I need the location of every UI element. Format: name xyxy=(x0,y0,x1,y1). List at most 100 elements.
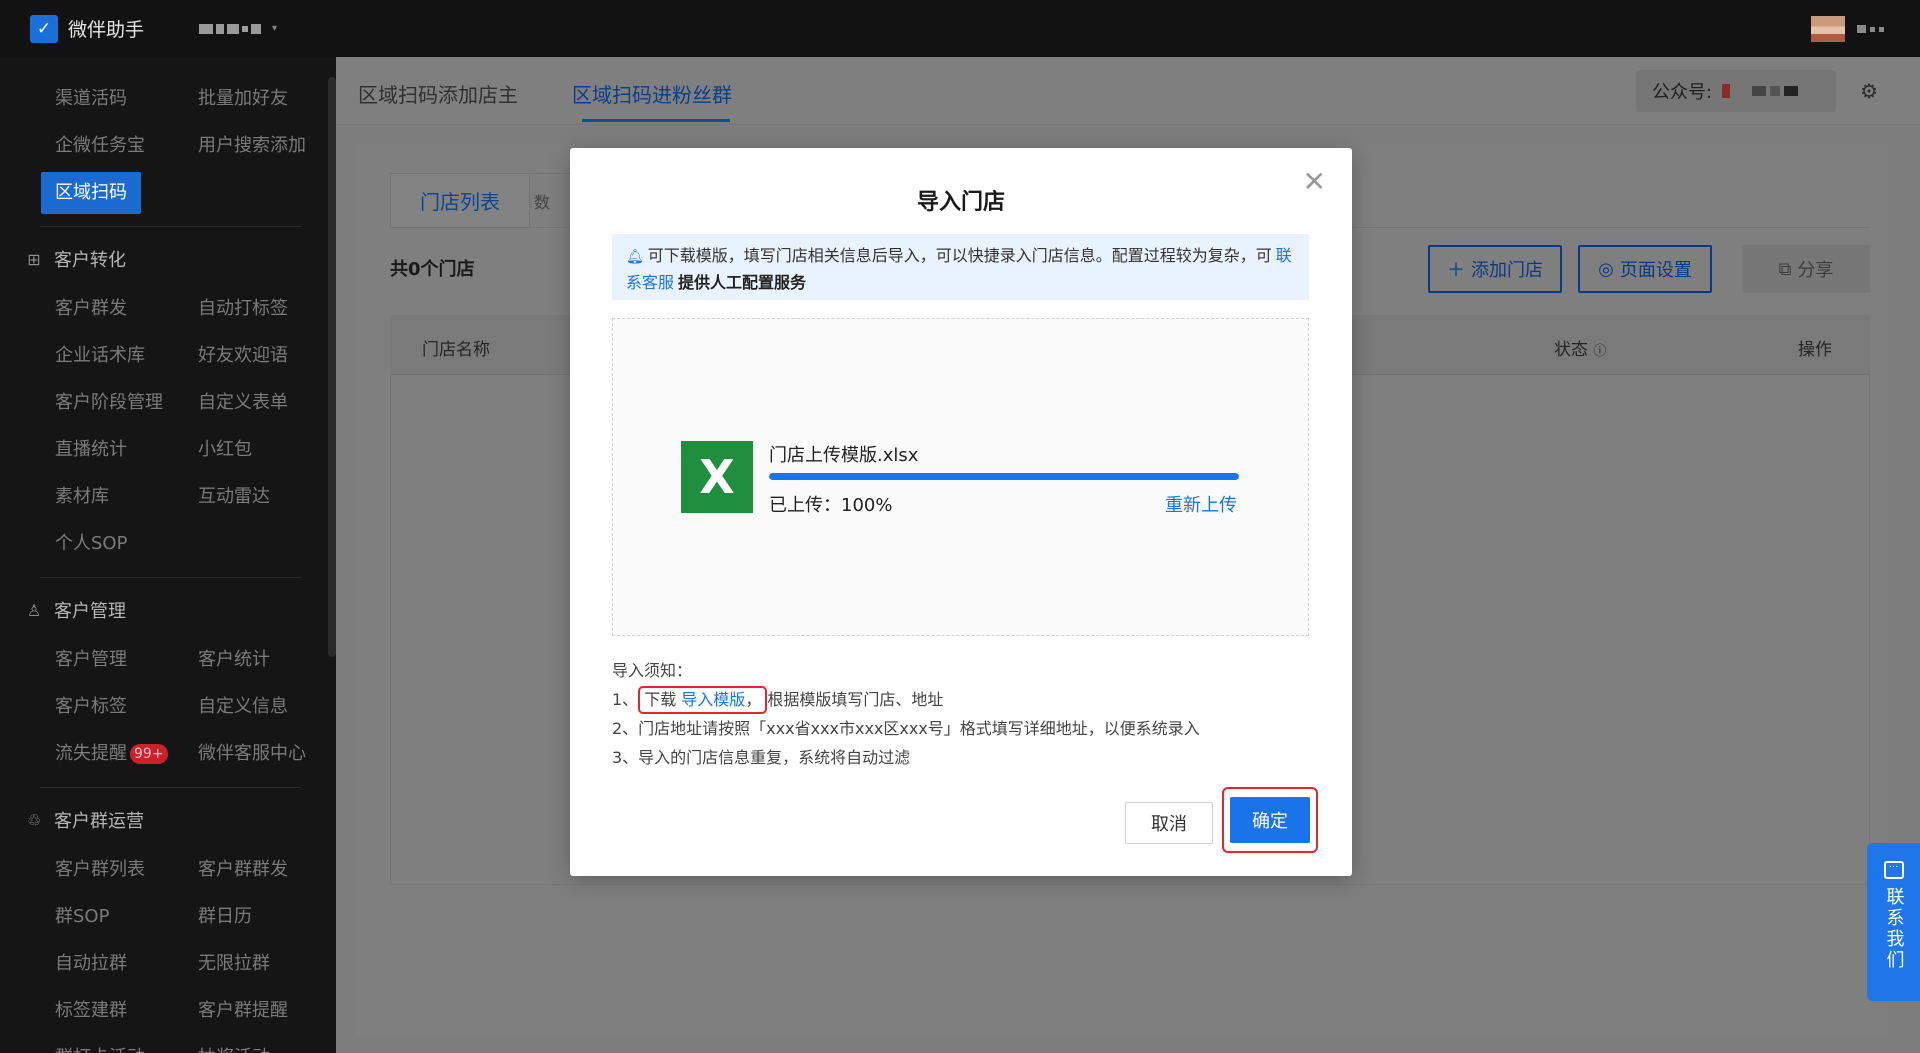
sidebar-item-label: 流失提醒 xyxy=(55,743,127,764)
import-tips: 导入须知： 1、 下载 导入模版， 根据模版填写门店、地址 2、门店地址请按照「xx… xyxy=(612,656,1200,772)
import-template-link[interactable]: 导入模版 xyxy=(681,690,745,709)
tab-fan-group[interactable]: 区域扫码进粉丝群 xyxy=(572,79,732,108)
reupload-link[interactable]: 重新上传 xyxy=(1165,491,1237,517)
upload-dropzone[interactable]: X 门店上传模版.xlsx 已上传：100% 重新上传 xyxy=(612,318,1309,636)
sidebar-top-group: 渠道活码 批量加好友 企微任务宝 用户搜索添加 区域扫码 xyxy=(0,75,336,216)
sidebar-section-conversion[interactable]: ⊞ 客户转化 xyxy=(0,233,336,285)
sidebar-item[interactable]: 自定义信息 xyxy=(183,683,326,730)
sidebar-item[interactable]: 标签建群 xyxy=(40,987,183,1034)
sidebar-item[interactable]: 客户阶段管理 xyxy=(40,379,183,426)
group-icon: ♲ xyxy=(26,810,42,830)
sidebar-item[interactable]: 客户群提醒 xyxy=(183,987,326,1034)
account-switcher[interactable]: ▾ xyxy=(199,23,277,34)
confirm-button[interactable]: 确定 xyxy=(1230,797,1310,843)
share-icon: ⧉ xyxy=(1778,258,1792,280)
upload-progress-fill xyxy=(769,473,1239,480)
account-name-redacted xyxy=(1722,84,1799,98)
brand-logo-icon: ✓ xyxy=(30,14,58,43)
bell-icon: 🔔︎ xyxy=(626,249,644,265)
sidebar-item[interactable]: 抽奖活动 xyxy=(183,1034,326,1053)
tip-line-3: 3、导入的门店信息重复，系统将自动过滤 xyxy=(612,748,911,767)
tips-title: 导入须知： xyxy=(612,661,693,680)
divider xyxy=(40,787,302,788)
column-actions: 操作 xyxy=(1798,340,1832,360)
brand-name: 微伴助手 xyxy=(68,19,145,41)
sidebar-item[interactable]: 自动打标签 xyxy=(183,285,326,332)
target-icon: ◎ xyxy=(1598,258,1614,280)
import-store-dialog: 导入门店 ✕ 🔔︎ 可下载模版，填写门店相关信息后导入，可以快捷录入门店信息。配置… xyxy=(570,148,1352,876)
divider xyxy=(40,226,302,227)
sidebar-item[interactable]: 客户管理 xyxy=(40,636,183,683)
sidebar-item-task[interactable]: 企微任务宝 xyxy=(40,122,183,169)
sidebar-customer-group: 客户管理 客户统计 客户标签 自定义信息 流失提醒 99+ 微伴客服中心 xyxy=(0,636,336,777)
chat-icon: ··· xyxy=(1883,861,1904,879)
add-store-button[interactable]: ＋ 添加门店 xyxy=(1428,245,1562,293)
sidebar-item[interactable]: 互动雷达 xyxy=(183,473,326,520)
sidebar: 渠道活码 批量加好友 企微任务宝 用户搜索添加 区域扫码 ⊞ 客户转化 客户群发… xyxy=(0,57,336,1053)
divider xyxy=(40,577,302,578)
tip-text: 根据模版填写门店、地址 xyxy=(767,690,944,709)
sidebar-item[interactable]: 素材库 xyxy=(40,473,183,520)
help-circle-icon[interactable]: ⓘ xyxy=(1593,344,1606,359)
sidebar-item[interactable]: 小红包 xyxy=(183,426,326,473)
section-title: 客户管理 xyxy=(54,601,126,622)
sidebar-item[interactable]: 客户群发 xyxy=(40,285,183,332)
brand[interactable]: ✓ 微伴助手 xyxy=(30,14,145,43)
sidebar-item[interactable]: 无限拉群 xyxy=(183,940,326,987)
close-icon[interactable]: ✕ xyxy=(1303,168,1326,196)
tip-line-2: 2、门店地址请按照「xxx省xxx市xxx区xxx号」格式填写详细地址，以便系统… xyxy=(612,719,1200,738)
contact-us-label: 联系我们 xyxy=(1883,887,1905,971)
sidebar-item-channel-qr[interactable]: 渠道活码 xyxy=(40,75,183,122)
confirm-button-highlight: 确定 xyxy=(1222,787,1318,853)
upload-status: 已上传：100% xyxy=(769,495,893,516)
top-bar: ✓ 微伴助手 ▾ xyxy=(0,0,1920,57)
sidebar-item-user-search[interactable]: 用户搜索添加 xyxy=(183,122,326,169)
gear-icon[interactable]: ⚙ xyxy=(1860,79,1878,103)
sidebar-item-churn-alert[interactable]: 流失提醒 99+ xyxy=(40,730,183,777)
avatar xyxy=(1811,16,1845,42)
column-status: 状态 ⓘ xyxy=(1554,335,1606,360)
sidebar-item[interactable]: 企业话术库 xyxy=(40,332,183,379)
sidebar-item[interactable]: 客户群列表 xyxy=(40,846,183,893)
sidebar-item[interactable]: 自定义表单 xyxy=(183,379,326,426)
user-menu[interactable] xyxy=(1811,16,1884,42)
sidebar-item-region-scan[interactable]: 区域扫码 xyxy=(40,169,183,216)
button-label: 添加门店 xyxy=(1471,260,1543,281)
sidebar-item[interactable]: 客户群群发 xyxy=(183,846,326,893)
official-account-selector[interactable]: 公众号: xyxy=(1636,70,1836,112)
layout-icon: ⊞ xyxy=(27,249,41,269)
download-template-highlight: 下载 导入模版， xyxy=(638,686,768,714)
user-name-redacted xyxy=(1857,25,1884,33)
tab-add-owner[interactable]: 区域扫码添加店主 xyxy=(358,79,518,108)
share-button[interactable]: ⧉ 分享 xyxy=(1742,245,1870,293)
tab-data[interactable]: 数 xyxy=(530,173,570,227)
active-tab-indicator xyxy=(582,119,730,122)
button-label: 页面设置 xyxy=(1619,260,1692,281)
sidebar-item[interactable]: 微伴客服中心 xyxy=(183,730,326,777)
sidebar-item[interactable]: 群日历 xyxy=(183,893,326,940)
sidebar-group-ops-group: 客户群列表 客户群群发 群SOP 群日历 自动拉群 无限拉群 标签建群 客户群提… xyxy=(0,846,336,1053)
contact-us-float-button[interactable]: ··· 联系我们 xyxy=(1867,843,1920,1001)
sidebar-item[interactable]: 客户统计 xyxy=(183,636,326,683)
sidebar-item[interactable]: 群SOP xyxy=(40,893,183,940)
sidebar-item-batch-add[interactable]: 批量加好友 xyxy=(183,75,326,122)
notice-text: 可下载模版，填写门店相关信息后导入，可以快捷录入门店信息。配置过程较为复杂，可 xyxy=(647,246,1272,265)
sidebar-item[interactable]: 个人SOP xyxy=(40,520,183,567)
sidebar-item[interactable]: 群打卡活动 xyxy=(40,1034,183,1053)
column-store-name: 门店名称 xyxy=(422,340,490,360)
sidebar-item[interactable]: 直播统计 xyxy=(40,426,183,473)
cancel-button[interactable]: 取消 xyxy=(1125,802,1213,844)
sidebar-item[interactable]: 客户标签 xyxy=(40,683,183,730)
tab-store-list[interactable]: 门店列表 xyxy=(390,173,530,227)
sidebar-item[interactable]: 自动拉群 xyxy=(40,940,183,987)
tip-text: 下载 xyxy=(644,690,677,709)
page-settings-button[interactable]: ◎ 页面设置 xyxy=(1578,245,1712,293)
sidebar-scrollbar[interactable] xyxy=(328,77,336,657)
tip-line-1: 1、 下载 导入模版， 根据模版填写门店、地址 xyxy=(612,685,1200,714)
file-name: 门店上传模版.xlsx xyxy=(769,445,919,466)
store-count: 共0个门店 xyxy=(390,259,475,280)
page-tabs: 区域扫码添加店主 区域扫码进粉丝群 公众号: ⚙ xyxy=(336,57,1920,125)
sidebar-section-customer[interactable]: ♙ 客户管理 xyxy=(0,584,336,636)
sidebar-item[interactable]: 好友欢迎语 xyxy=(183,332,326,379)
sidebar-section-group-ops[interactable]: ♲ 客户群运营 xyxy=(0,794,336,846)
